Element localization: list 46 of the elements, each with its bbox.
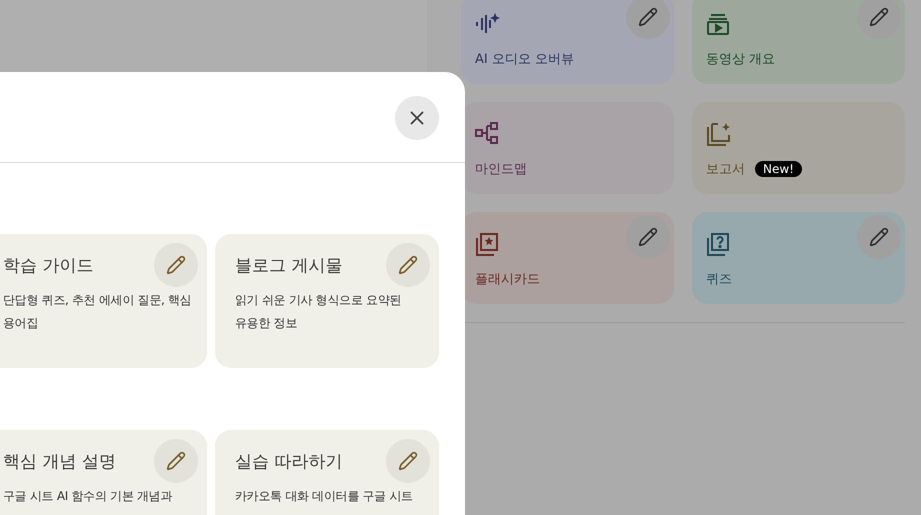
format-card[interactable]: 학습 가이드 단답형 퀴즈, 추천 에세이 질문, 핵심 용어집 — [0, 234, 207, 368]
sparkle-waveform-icon — [475, 12, 501, 36]
edit-button[interactable] — [857, 215, 901, 259]
edit-button[interactable] — [154, 243, 198, 287]
star-cards-icon — [475, 232, 499, 256]
tile-label: 퀴즈 — [706, 271, 732, 288]
card-title: 학습 가이드 — [3, 255, 94, 277]
studio-tile[interactable]: 보고서 New! — [692, 102, 905, 194]
tile-label: 마인드맵 — [475, 161, 527, 178]
tile-label: 플래시카드 — [475, 271, 540, 288]
sparkle-document-icon — [706, 122, 732, 146]
edit-button[interactable] — [386, 243, 430, 287]
studio-tile[interactable]: 퀴즈 — [692, 212, 905, 304]
new-badge: New! — [755, 161, 802, 177]
pencil-icon — [398, 451, 418, 471]
format-card[interactable]: 블로그 게시물 읽기 쉬운 기사 형식으로 요약된 유용한 정보 — [215, 234, 439, 368]
mind-map-icon — [475, 122, 499, 144]
card-description: 단답형 퀴즈, 추천 에세이 질문, 핵심 용어집 — [3, 292, 192, 332]
format-card[interactable]: 핵심 개념 설명 구글 시트 AI 함수의 기본 개념과 — [0, 430, 207, 515]
pencil-icon — [638, 7, 658, 27]
pencil-icon — [869, 7, 889, 27]
pencil-icon — [638, 227, 658, 247]
card-description: 카카오톡 대화 데이터를 구글 시트 — [235, 488, 414, 505]
tile-label: AI 오디오 오버뷰 — [475, 51, 574, 68]
edit-button[interactable] — [626, 215, 670, 259]
edit-button[interactable] — [857, 0, 901, 39]
card-title: 블로그 게시물 — [235, 255, 344, 277]
edit-button[interactable] — [626, 0, 670, 39]
card-description: 읽기 쉬운 기사 형식으로 요약된 유용한 정보 — [235, 292, 402, 332]
question-cards-icon — [706, 232, 730, 256]
pencil-icon — [166, 451, 186, 471]
video-play-icon — [706, 12, 730, 36]
studio-tile[interactable]: 동영상 개요 — [692, 0, 905, 84]
tile-label: 동영상 개요 — [706, 51, 776, 68]
close-button[interactable] — [395, 96, 439, 140]
format-card[interactable]: 실습 따라하기 카카오톡 대화 데이터를 구글 시트 — [215, 430, 439, 515]
pencil-icon — [398, 255, 418, 275]
edit-button[interactable] — [386, 439, 430, 483]
studio-tile[interactable]: AI 오디오 오버뷰 — [461, 0, 674, 84]
card-title: 핵심 개념 설명 — [3, 451, 117, 473]
tile-label: 보고서 — [706, 161, 745, 178]
pencil-icon — [166, 255, 186, 275]
card-title: 실습 따라하기 — [235, 451, 344, 473]
pencil-icon — [869, 227, 889, 247]
edit-button[interactable] — [154, 439, 198, 483]
card-description: 구글 시트 AI 함수의 기본 개념과 — [3, 488, 174, 505]
